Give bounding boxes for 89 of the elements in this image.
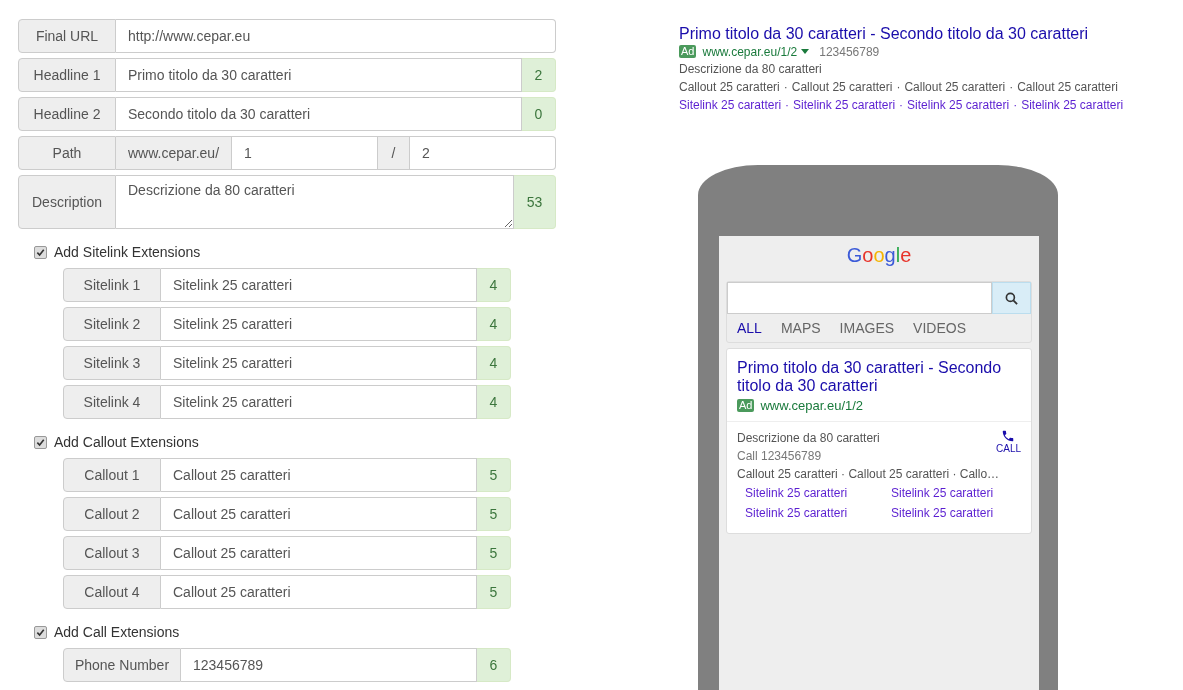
ad-description: Descrizione da 80 caratteri bbox=[737, 430, 881, 447]
ad-badge: Ad bbox=[679, 45, 697, 58]
search-tab[interactable]: IMAGES bbox=[839, 320, 895, 336]
field-label: Callout 1 bbox=[63, 458, 161, 492]
character-count: 5 bbox=[477, 458, 511, 492]
checkbox[interactable] bbox=[34, 245, 47, 259]
separator-dot: · bbox=[783, 80, 788, 94]
character-count: 4 bbox=[477, 307, 511, 341]
checkbox[interactable] bbox=[34, 625, 47, 639]
separator-dot: · bbox=[1009, 80, 1014, 94]
search-tab[interactable]: ALL bbox=[737, 320, 762, 336]
sitelink[interactable]: Sitelink 25 caratteri bbox=[1021, 98, 1124, 112]
separator-dot: · bbox=[1013, 98, 1018, 112]
sitelink[interactable]: Sitelink 25 caratteri bbox=[793, 98, 896, 112]
display-url: www.cepar.eu/1/2 bbox=[702, 44, 798, 59]
field-label: Callout 4 bbox=[63, 575, 161, 609]
search-tab[interactable]: MAPS bbox=[780, 320, 821, 336]
field-label: Description bbox=[18, 175, 116, 229]
sitelink[interactable]: Sitelink 25 caratteri bbox=[891, 503, 1037, 523]
character-count: 4 bbox=[477, 346, 511, 380]
character-count: 5 bbox=[477, 536, 511, 570]
field-label: Final URL bbox=[18, 19, 116, 53]
path-prefix: www.cepar.eu/ bbox=[116, 136, 233, 170]
search-field[interactable] bbox=[727, 282, 992, 314]
separator-dot: · bbox=[899, 98, 904, 112]
character-count: 53 bbox=[514, 175, 556, 229]
sitelink[interactable]: Sitelink 25 caratteri bbox=[907, 98, 1010, 112]
search-tab[interactable]: VIDEOS bbox=[913, 320, 966, 336]
display-url: www.cepar.eu/1/2 bbox=[760, 398, 864, 413]
textarea-field[interactable]: Descrizione da 80 caratteri bbox=[116, 175, 514, 229]
callout-text: Callout 25 caratteri bbox=[791, 80, 893, 94]
caret-icon[interactable] bbox=[801, 49, 810, 54]
path-separator: / bbox=[378, 136, 411, 170]
ad-description: Descrizione da 80 caratteri bbox=[679, 61, 823, 78]
checkbox-label: Add Callout Extensions bbox=[54, 434, 199, 450]
field-label: Callout 3 bbox=[63, 536, 161, 570]
field-label: Sitelink 2 bbox=[63, 307, 161, 341]
ad-headline-link[interactable]: Primo titolo da 30 caratteri - Secondo titolo da 30 caratteri bbox=[737, 359, 1021, 395]
checkbox-label: Add Sitelink Extensions bbox=[54, 244, 201, 260]
separator-dot: · bbox=[896, 80, 901, 94]
phone-number: 123456789 bbox=[819, 44, 880, 59]
field-label: Callout 2 bbox=[63, 497, 161, 531]
input-field[interactable]: Sitelink 25 caratteri bbox=[161, 268, 477, 302]
callout-text: Callout 25 caratteri bbox=[679, 80, 780, 94]
input-field[interactable]: Callout 25 caratteri bbox=[161, 575, 477, 609]
character-count: 5 bbox=[477, 575, 511, 609]
character-count: 5 bbox=[477, 497, 511, 531]
callout-text: Callout 25 caratteri bbox=[904, 80, 1006, 94]
input-field[interactable]: Callout 25 caratteri bbox=[161, 536, 477, 570]
ad-badge: Ad bbox=[737, 399, 755, 412]
callout-text: Callout 25 caratteri · Callout 25 caratteri · Callo… bbox=[736, 466, 1001, 483]
field-label: Phone Number bbox=[63, 648, 181, 682]
input-field[interactable]: Callout 25 caratteri bbox=[161, 458, 477, 492]
separator-dot: · bbox=[785, 98, 790, 112]
search-button[interactable] bbox=[992, 282, 1031, 314]
ad-headline-link[interactable]: Primo titolo da 30 caratteri - Secondo titolo da 30 caratteri bbox=[679, 24, 1183, 44]
character-count: 6 bbox=[477, 648, 511, 682]
google-logo: Google bbox=[845, 244, 913, 267]
input-field[interactable]: 123456789 bbox=[181, 648, 477, 682]
character-count: 4 bbox=[477, 385, 511, 419]
field-label: Sitelink 4 bbox=[63, 385, 161, 419]
input-field[interactable]: Secondo titolo da 30 caratteri bbox=[116, 97, 522, 131]
input-field[interactable]: Callout 25 caratteri bbox=[161, 497, 477, 531]
field-label: Headline 2 bbox=[18, 97, 116, 131]
input-field[interactable]: http://www.cepar.eu bbox=[116, 19, 556, 53]
checkbox-label: Add Call Extensions bbox=[54, 624, 180, 640]
input-field[interactable]: Sitelink 25 caratteri bbox=[161, 385, 477, 419]
sitelink[interactable]: Sitelink 25 caratteri bbox=[745, 503, 891, 523]
field-label: Sitelink 1 bbox=[63, 268, 161, 302]
character-count: 2 bbox=[522, 58, 556, 92]
sitelink[interactable]: Sitelink 25 caratteri bbox=[891, 483, 1037, 503]
field-label: Path bbox=[18, 136, 116, 170]
character-count: 4 bbox=[477, 268, 511, 302]
callout-text: Callout 25 caratteri bbox=[1017, 80, 1118, 94]
sitelink[interactable]: Sitelink 25 caratteri bbox=[745, 483, 891, 503]
call-text: Call 123456789 bbox=[737, 448, 823, 465]
input-field[interactable]: Primo titolo da 30 caratteri bbox=[116, 58, 522, 92]
field-label: Headline 1 bbox=[18, 58, 116, 92]
input-field[interactable]: 2 bbox=[410, 136, 556, 170]
phone-icon bbox=[1001, 429, 1016, 443]
field-label: Sitelink 3 bbox=[63, 346, 161, 380]
call-button[interactable]: CALL bbox=[996, 429, 1021, 454]
input-field[interactable]: Sitelink 25 caratteri bbox=[161, 307, 477, 341]
character-count: 0 bbox=[522, 97, 556, 131]
input-field[interactable]: Sitelink 25 caratteri bbox=[161, 346, 477, 380]
sitelink[interactable]: Sitelink 25 caratteri bbox=[679, 98, 782, 112]
search-icon bbox=[1005, 291, 1018, 305]
checkbox[interactable] bbox=[34, 435, 47, 449]
input-field[interactable]: 1 bbox=[232, 136, 379, 170]
